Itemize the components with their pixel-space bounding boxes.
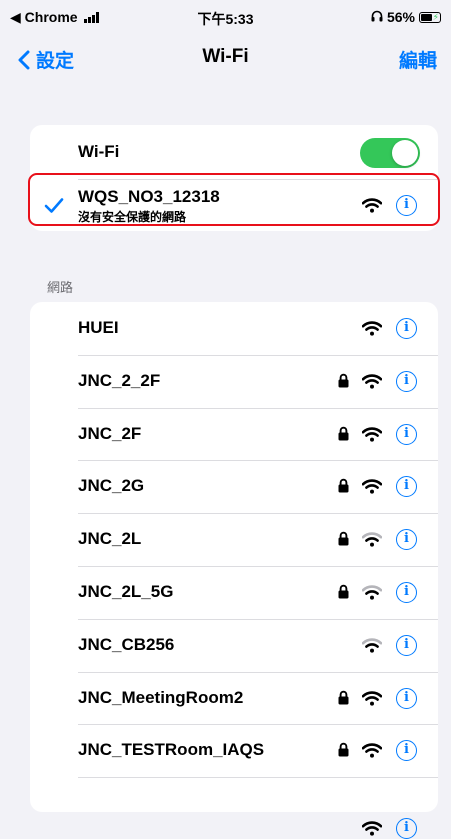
info-icon[interactable]: i	[396, 634, 417, 656]
network-row[interactable]: JNC_2_2F i	[30, 355, 438, 408]
battery-percent: 56%	[386, 9, 415, 25]
network-name: JNC_2L	[78, 529, 142, 549]
lock-icon	[338, 584, 349, 599]
wifi-signal-icon	[362, 532, 382, 547]
page-title: Wi-Fi	[202, 46, 249, 67]
lock-icon	[338, 479, 349, 493]
edit-button[interactable]: 編輯	[399, 46, 437, 73]
wifi-signal-icon	[362, 426, 382, 442]
network-name: HUEI	[78, 318, 119, 337]
wifi-signal-icon	[362, 638, 382, 653]
wifi-signal-icon	[362, 479, 382, 494]
info-icon[interactable]: i	[396, 318, 417, 339]
highlight-box	[28, 173, 440, 226]
wifi-signal-icon	[362, 585, 382, 600]
info-icon[interactable]: i	[396, 370, 417, 392]
status-bar: ◀ Chrome 下午5:33 56% ⚡	[0, 0, 451, 34]
wifi-signal-icon	[362, 690, 382, 706]
info-icon[interactable]: i	[396, 818, 417, 839]
headphones-icon	[371, 9, 383, 25]
wifi-toggle-label: Wi-Fi	[78, 142, 120, 161]
network-name: JNC_2_2F	[78, 370, 161, 390]
network-row[interactable]: JNC_CB256 i	[30, 619, 438, 672]
info-icon[interactable]: i	[396, 687, 417, 709]
wifi-signal-icon	[362, 743, 382, 758]
network-row[interactable]: JNC_2F i	[30, 408, 438, 461]
wifi-signal-icon	[362, 821, 382, 836]
network-name: JNC_2L_5G	[78, 582, 174, 601]
lock-icon	[338, 426, 349, 441]
lock-icon	[338, 373, 349, 388]
networks-card: HUEI i JNC_2_2F i JNC_2F i JNC_2G i JNC_…	[30, 302, 438, 839]
network-row[interactable]: HUEI i	[30, 302, 438, 355]
info-icon[interactable]: i	[396, 529, 417, 551]
lock-icon	[338, 532, 349, 546]
navigation-bar: 設定 Wi-Fi 編輯	[0, 34, 451, 84]
network-row[interactable]: JNC_2G i	[30, 460, 438, 513]
wifi-signal-icon	[362, 321, 382, 336]
info-icon[interactable]: i	[396, 582, 417, 603]
network-name: JNC_TESTRoom_IAQS	[78, 740, 265, 760]
info-icon[interactable]: i	[396, 740, 417, 762]
status-right: 56% ⚡	[371, 9, 441, 25]
lock-icon	[338, 743, 349, 757]
network-name: JNC_CB256	[78, 634, 175, 654]
info-icon[interactable]: i	[396, 476, 417, 498]
network-row[interactable]: JNC_2L_5G i	[30, 566, 438, 619]
network-name: JNC_MeetingRoom2	[78, 687, 244, 707]
lock-icon	[338, 690, 349, 705]
network-name: JNC_2G	[78, 476, 145, 496]
wifi-signal-icon	[362, 374, 382, 389]
info-icon[interactable]: i	[396, 423, 417, 445]
network-row[interactable]: JNC_MeetingRoom2 i	[30, 672, 438, 725]
network-row[interactable]: JNC_2L i	[30, 513, 438, 566]
battery-icon: ⚡	[419, 11, 441, 23]
networks-section-label: 網路	[47, 280, 74, 295]
wifi-toggle-switch[interactable]	[360, 138, 420, 168]
network-name: JNC_2F	[78, 423, 142, 443]
network-row-partial[interactable]: i	[30, 777, 438, 839]
wifi-toggle-row: Wi-Fi	[30, 125, 438, 179]
network-row[interactable]: JNC_TESTRoom_IAQS i	[30, 724, 438, 777]
